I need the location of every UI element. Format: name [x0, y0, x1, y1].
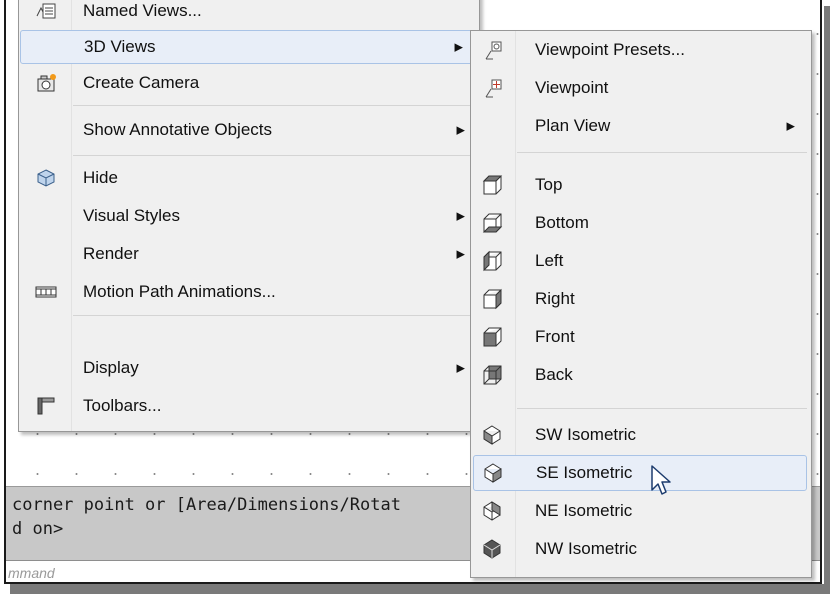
menu-separator — [73, 105, 475, 106]
menu-item-label: Back — [535, 365, 573, 384]
menu-item-label: SE Isometric — [536, 463, 633, 482]
menu-item-render[interactable]: Render ▶ — [19, 237, 479, 271]
submenu-arrow-icon: ▶ — [456, 361, 465, 375]
menu-item-bottom[interactable]: Bottom — [471, 206, 811, 240]
submenu-arrow-icon: ▶ — [456, 209, 465, 223]
menu-item-label: Render — [83, 244, 139, 263]
menu-item-label: Motion Path Animations... — [83, 282, 276, 301]
cube-back-icon — [483, 365, 502, 385]
menu-item-label: Right — [535, 289, 575, 308]
menu-item-label: Top — [535, 175, 563, 194]
menu-item-plan-view[interactable]: Plan View ▶ — [471, 109, 811, 143]
mouse-cursor-icon — [651, 465, 671, 495]
menu-item-show-annotative-objects[interactable]: Show Annotative Objects ▶ — [19, 111, 479, 149]
window-shadow-bottom — [10, 584, 830, 594]
command-history-line: corner point or [Area/Dimensions/Rotat — [12, 495, 401, 515]
view-menu: Named Views... 3D Views ▶ Create Camera … — [18, 0, 480, 432]
menu-item-nw-isometric[interactable]: NW Isometric — [471, 532, 811, 566]
menu-item-label: 3D Views — [84, 37, 156, 56]
toolbars-icon — [37, 397, 55, 415]
film-icon — [35, 286, 57, 298]
menu-item-label: Create Camera — [83, 73, 200, 92]
menu-item-label: Show Annotative Objects — [83, 120, 273, 139]
cube-bottom-icon — [482, 213, 503, 233]
viewpoint-icon — [485, 79, 502, 98]
cube-right-icon — [483, 288, 502, 310]
menu-item-label: SW Isometric — [535, 425, 637, 444]
se-iso-icon — [484, 463, 502, 483]
submenu-arrow-icon: ▶ — [456, 123, 465, 137]
menu-item-label: Left — [535, 251, 564, 270]
sw-iso-icon — [483, 425, 501, 445]
cube-front-icon — [483, 327, 502, 347]
menu-item-3d-views[interactable]: 3D Views ▶ — [20, 30, 478, 64]
menu-item-display[interactable]: Display ▶ — [19, 351, 479, 385]
menu-item-label: Hide — [83, 168, 118, 187]
submenu-arrow-icon: ▶ — [456, 247, 465, 261]
cube-left-icon — [483, 250, 502, 272]
command-prompt: mmand — [8, 565, 55, 581]
menu-item-label: Viewpoint Presets... — [535, 40, 685, 59]
menu-item-label: NW Isometric — [535, 539, 637, 558]
menu-item-motion-path-animations[interactable]: Motion Path Animations... — [19, 275, 479, 309]
menu-item-label: Visual Styles — [83, 206, 181, 225]
menu-item-ne-isometric[interactable]: NE Isometric — [471, 494, 811, 528]
menu-item-viewpoint-presets[interactable]: Viewpoint Presets... — [471, 33, 811, 67]
menu-item-label: Toolbars... — [83, 396, 162, 415]
menu-item-create-camera[interactable]: Create Camera — [19, 66, 479, 100]
camera-icon — [37, 74, 56, 92]
menu-item-se-isometric[interactable]: SE Isometric — [473, 455, 807, 491]
menu-item-label: Named Views... — [83, 1, 202, 20]
menu-separator — [517, 408, 807, 409]
submenu-arrow-icon: ▶ — [454, 40, 463, 54]
cube-top-icon — [482, 175, 503, 195]
menu-separator — [73, 315, 475, 316]
menu-item-viewpoint[interactable]: Viewpoint — [471, 71, 811, 105]
3d-views-submenu: Viewpoint Presets... Viewpoint Plan View… — [470, 30, 812, 578]
menu-item-label: Viewpoint — [535, 78, 609, 97]
menu-item-label: NE Isometric — [535, 501, 633, 520]
command-history-line: d on> — [12, 519, 64, 539]
menu-item-hide[interactable]: Hide — [19, 161, 479, 195]
menu-item-sw-isometric[interactable]: SW Isometric — [471, 418, 811, 452]
menu-item-label: Bottom — [535, 213, 589, 232]
nw-iso-icon — [483, 539, 501, 559]
named-views-icon — [36, 3, 56, 19]
menu-item-label: Front — [535, 327, 575, 346]
menu-item-label: Plan View — [535, 116, 611, 135]
menu-item-toolbars[interactable]: Toolbars... — [19, 389, 479, 423]
ne-iso-icon — [483, 501, 501, 521]
menu-item-back[interactable]: Back — [471, 358, 811, 392]
menu-item-visual-styles[interactable]: Visual Styles ▶ — [19, 199, 479, 233]
viewpoint-presets-icon — [485, 41, 502, 60]
window-shadow — [824, 6, 830, 594]
menu-item-label: Display — [83, 358, 139, 377]
menu-item-front[interactable]: Front — [471, 320, 811, 354]
menu-item-named-views[interactable]: Named Views... — [19, 0, 479, 25]
hide-icon — [37, 169, 55, 187]
menu-separator — [73, 155, 475, 156]
menu-item-top[interactable]: Top — [471, 168, 811, 202]
menu-item-right[interactable]: Right — [471, 282, 811, 316]
menu-item-left[interactable]: Left — [471, 244, 811, 278]
submenu-arrow-icon: ▶ — [786, 119, 795, 133]
menu-separator — [517, 152, 807, 153]
